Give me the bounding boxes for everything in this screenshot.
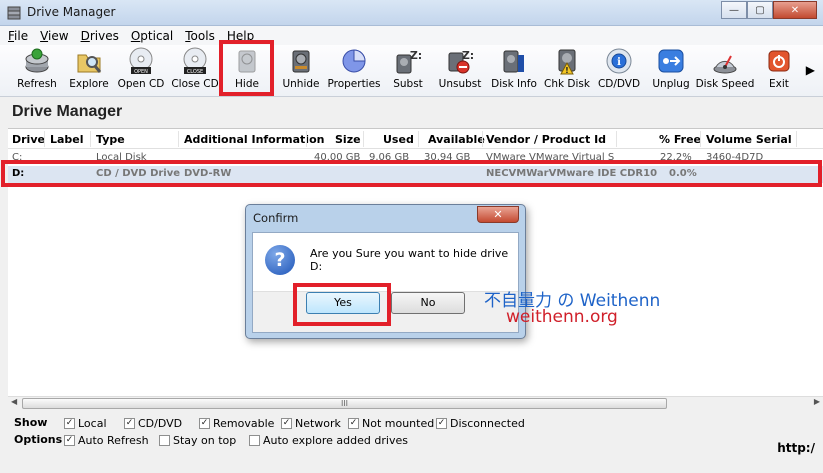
- close-cd-icon: CLOSE: [180, 47, 210, 75]
- dialog-title: Confirm: [253, 211, 299, 225]
- explore-button[interactable]: Explore: [69, 47, 109, 95]
- app-icon: [7, 6, 21, 20]
- minimize-button[interactable]: —: [721, 1, 747, 19]
- svg-text:i: i: [617, 57, 621, 68]
- show-disconnected-checkbox[interactable]: ✓ Disconnected: [436, 417, 525, 430]
- disk-speed-button[interactable]: Disk Speed: [696, 47, 754, 95]
- disk-info-icon: [499, 47, 529, 75]
- unhide-button[interactable]: Unhide: [282, 47, 320, 95]
- no-button[interactable]: No: [391, 292, 465, 314]
- checkmark-icon: ✓: [281, 418, 292, 429]
- show-network-checkbox[interactable]: ✓ Network: [281, 417, 341, 430]
- checkmark-icon: ✓: [199, 418, 210, 429]
- toolbar: Refresh Explore OPEN Open CD CLOSE Close…: [0, 45, 823, 97]
- col-available[interactable]: Available: [428, 133, 485, 146]
- cd-dvd-button[interactable]: i CD/DVD: [598, 47, 640, 95]
- unsubst-button[interactable]: Z: Unsubst: [439, 47, 482, 95]
- menu-tools[interactable]: Tools: [185, 29, 215, 43]
- svg-text:OPEN: OPEN: [134, 69, 148, 75]
- checkmark-icon: ✓: [348, 418, 359, 429]
- open-cd-button[interactable]: OPEN Open CD: [118, 47, 164, 95]
- options-label: Options: [14, 433, 63, 446]
- page-title: Drive Manager: [12, 103, 123, 120]
- table-row[interactable]: C: Local Disk 40.00 GB 9.06 GB 30.94 GB …: [8, 150, 823, 160]
- explore-icon: [74, 47, 104, 75]
- subst-icon: Z:: [393, 47, 423, 75]
- col-size[interactable]: Size: [335, 133, 361, 146]
- horizontal-scrollbar[interactable]: ◀ III ▶: [8, 396, 823, 409]
- svg-text:!: !: [565, 66, 569, 75]
- auto-explore-checkbox[interactable]: Auto explore added drives: [249, 434, 408, 447]
- col-label[interactable]: Label: [50, 133, 84, 146]
- col-info[interactable]: Additional Information: [184, 133, 324, 146]
- window-title: Drive Manager: [27, 5, 116, 19]
- col-used[interactable]: Used: [383, 133, 414, 146]
- unplug-icon: [656, 47, 686, 75]
- show-not-mounted-checkbox[interactable]: ✓ Not mounted: [348, 417, 434, 430]
- col-vendor[interactable]: Vendor / Product Id: [486, 133, 606, 146]
- exit-icon: [764, 47, 794, 75]
- scroll-thumb[interactable]: III: [22, 398, 667, 409]
- show-local-checkbox[interactable]: ✓ Local: [64, 417, 107, 430]
- cd-dvd-icon: i: [604, 47, 634, 75]
- col-free[interactable]: % Free: [659, 133, 701, 146]
- open-cd-icon: OPEN: [126, 47, 156, 75]
- menu-bar: File View Drives Optical Tools Help: [0, 26, 823, 45]
- footer-link[interactable]: http:/: [777, 441, 815, 455]
- show-cddvd-checkbox[interactable]: ✓ CD/DVD: [124, 417, 182, 430]
- dialog-close-button[interactable]: ✕: [477, 206, 519, 223]
- checkmark-icon: ✓: [124, 418, 135, 429]
- unplug-button[interactable]: Unplug: [652, 47, 690, 95]
- properties-button[interactable]: Properties: [327, 47, 381, 95]
- subst-button[interactable]: Z: Subst: [390, 47, 426, 95]
- menu-file[interactable]: File: [8, 29, 28, 43]
- close-window-button[interactable]: ✕: [773, 1, 817, 19]
- svg-text:Z:: Z:: [462, 49, 474, 62]
- checkmark-icon: ✓: [436, 418, 447, 429]
- window-controls: — ▢ ✕: [721, 1, 817, 21]
- watermark-line-2: weithenn.org: [506, 307, 618, 327]
- dialog-message: Are you Sure you want to hide drive D:: [310, 247, 509, 273]
- col-serial[interactable]: Volume Serial: [706, 133, 792, 146]
- col-drive[interactable]: Drive: [12, 133, 45, 146]
- disk-info-button[interactable]: Disk Info: [491, 47, 537, 95]
- auto-refresh-checkbox[interactable]: ✓ Auto Refresh: [64, 434, 149, 447]
- hide-button-highlight: [219, 40, 274, 96]
- menu-view[interactable]: View: [40, 29, 68, 43]
- exit-button[interactable]: Exit: [764, 47, 794, 95]
- unsubst-icon: Z:: [445, 47, 475, 75]
- drive-d-highlight: [1, 160, 822, 187]
- unhide-icon: [286, 47, 316, 75]
- checkmark-icon: ✓: [64, 435, 75, 446]
- toolbar-overflow-arrow-icon[interactable]: ▶: [806, 63, 815, 77]
- menu-optical[interactable]: Optical: [131, 29, 173, 43]
- yes-button-highlight: [293, 283, 391, 326]
- title-bar: Drive Manager — ▢ ✕: [0, 0, 823, 26]
- menu-drives[interactable]: Drives: [81, 29, 119, 43]
- svg-text:CLOSE: CLOSE: [187, 69, 203, 75]
- col-type[interactable]: Type: [96, 133, 125, 146]
- chk-disk-icon: !: [552, 47, 582, 75]
- scroll-right-icon[interactable]: ▶: [814, 397, 820, 406]
- show-label: Show: [14, 416, 48, 429]
- chk-disk-button[interactable]: ! Chk Disk: [544, 47, 590, 95]
- options-panel: Show ✓ Local ✓ CD/DVD ✓ Removable ✓ Network …: [0, 411, 823, 473]
- question-icon: ?: [265, 245, 295, 275]
- refresh-icon: [22, 47, 52, 75]
- list-header: Drive Label Type Additional Information …: [8, 129, 823, 149]
- stay-on-top-checkbox[interactable]: Stay on top: [159, 434, 236, 447]
- maximize-button[interactable]: ▢: [747, 1, 773, 19]
- disk-speed-icon: [710, 47, 740, 75]
- checkmark-icon: ✓: [64, 418, 75, 429]
- scroll-left-icon[interactable]: ◀: [11, 397, 17, 406]
- svg-text:Z:: Z:: [410, 49, 422, 62]
- properties-icon: [339, 47, 369, 75]
- refresh-button[interactable]: Refresh: [17, 47, 57, 95]
- show-removable-checkbox[interactable]: ✓ Removable: [199, 417, 274, 430]
- close-cd-button[interactable]: CLOSE Close CD: [171, 47, 219, 95]
